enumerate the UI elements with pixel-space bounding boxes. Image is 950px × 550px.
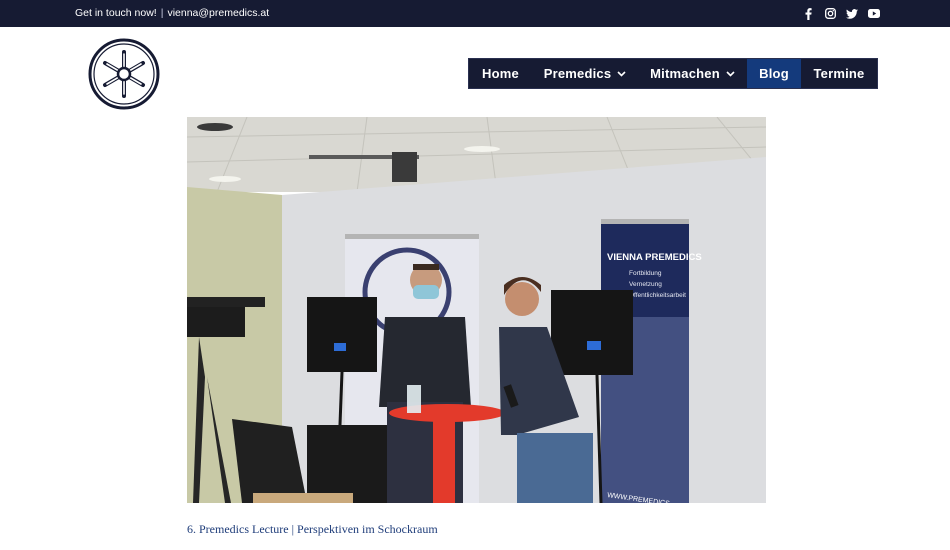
twitter-icon[interactable]	[846, 8, 858, 20]
chevron-down-icon	[726, 70, 735, 77]
banner-line: Fortbildung	[629, 270, 662, 277]
youtube-icon[interactable]	[868, 8, 880, 20]
top-bar: Get in touch now! | vienna@premedics.at	[0, 0, 950, 27]
contact-separator: |	[160, 7, 164, 19]
facebook-icon[interactable]	[802, 7, 814, 20]
contact-info: Get in touch now! | vienna@premedics.at	[75, 0, 269, 27]
nav-item-home[interactable]: Home	[469, 59, 532, 88]
nav-item-blog[interactable]: Blog	[747, 59, 801, 88]
contact-email-link[interactable]: vienna@premedics.at	[167, 0, 269, 27]
main-nav: Home Premedics Mitmachen Blog Termine	[468, 58, 878, 89]
nav-item-mitmachen[interactable]: Mitmachen	[638, 59, 747, 88]
studio-photo-illustration: VIENNA PREMEDICS Fortbildung Vernetzung …	[187, 117, 766, 503]
instagram-icon[interactable]	[824, 8, 836, 20]
nav-item-label: Blog	[759, 66, 789, 81]
post-title-link[interactable]: 6. Premedics Lecture | Perspektiven im S…	[187, 522, 438, 537]
banner-line: Vernetzung	[629, 281, 662, 288]
banner-title: VIENNA PREMEDICS	[607, 252, 702, 263]
post-featured-image[interactable]: VIENNA PREMEDICS Fortbildung Vernetzung …	[187, 117, 766, 503]
social-links	[802, 0, 880, 27]
premedics-logo[interactable]	[88, 38, 160, 110]
contact-label: Get in touch now!	[75, 7, 157, 19]
chevron-down-icon	[617, 70, 626, 77]
banner-line: Öffentlichkeitsarbeit	[629, 291, 686, 299]
nav-item-termine[interactable]: Termine	[801, 59, 877, 88]
nav-item-label: Home	[482, 66, 519, 81]
nav-item-label: Termine	[813, 66, 865, 81]
nav-item-label: Premedics	[543, 66, 612, 81]
nav-item-premedics[interactable]: Premedics	[532, 59, 638, 88]
nav-item-label: Mitmachen	[650, 66, 720, 81]
